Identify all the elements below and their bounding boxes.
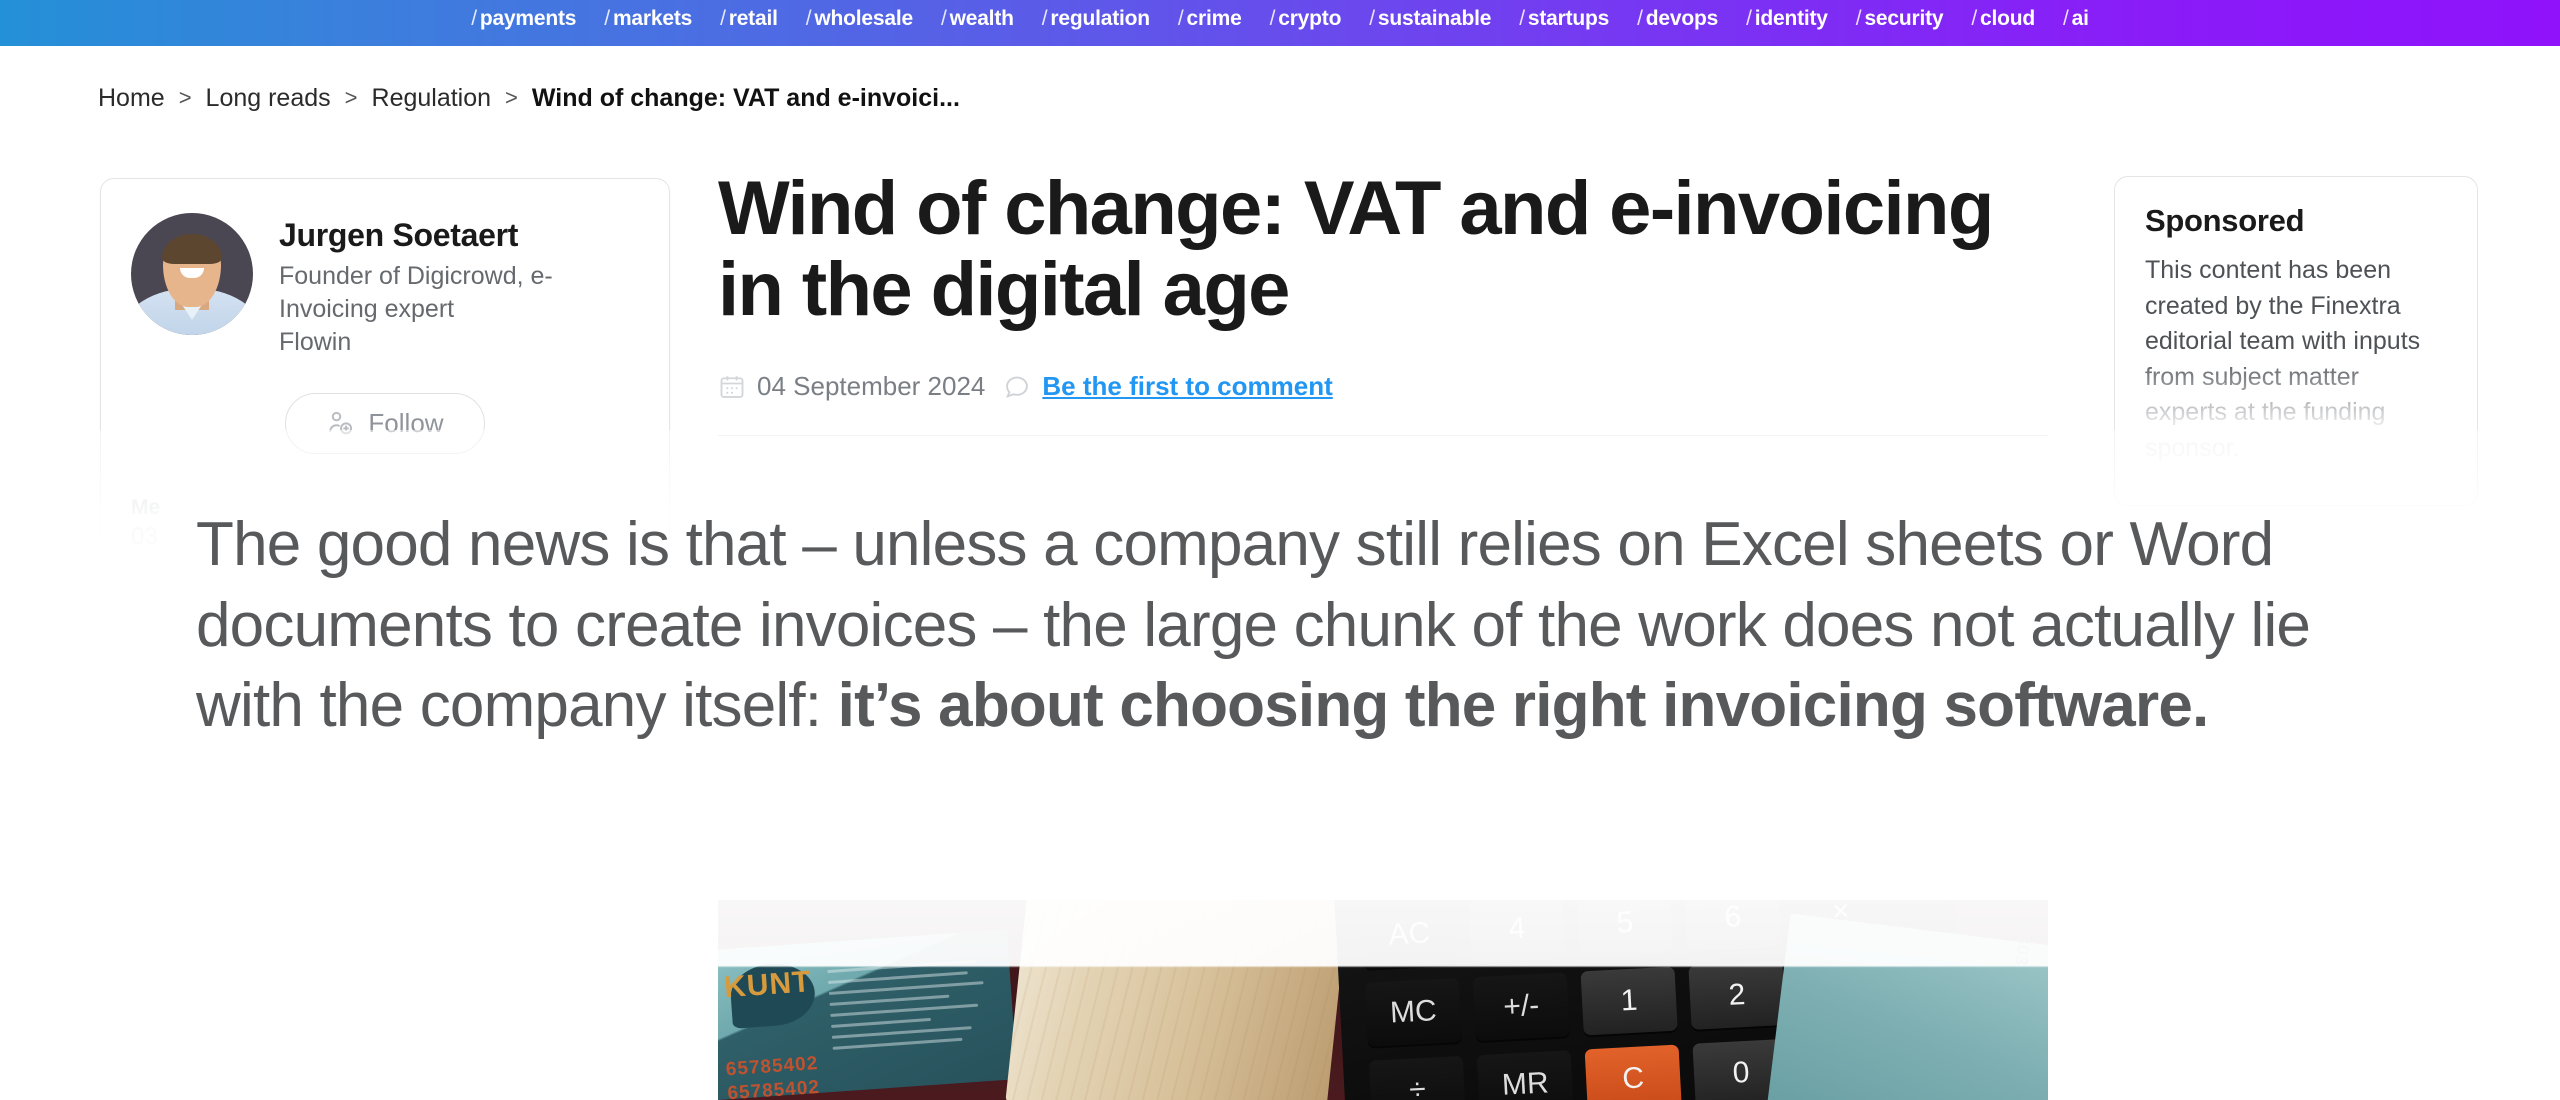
calc-key: AC — [1360, 900, 1458, 969]
author-role: Founder of Digicrowd, e-Invoicing expert — [279, 261, 553, 323]
calc-key: 2 — [1688, 960, 1786, 1030]
calc-key: 5 — [1576, 890, 1674, 958]
publish-date: 04 September 2024 — [718, 371, 985, 402]
calc-key: MC — [1364, 977, 1463, 1047]
calc-key: ÷ — [1368, 1055, 1467, 1100]
calc-key: 6 — [1684, 890, 1782, 952]
publish-date-label: 04 September 2024 — [757, 371, 986, 402]
hero-teal-card: KUNT 65785402 65785402 — [718, 929, 1018, 1100]
comment-link[interactable]: Be the first to comment — [1003, 371, 1333, 402]
author-name: Jurgen Soetaert — [279, 217, 519, 253]
hero-right-card-text: 3651 1ESP 3915 SSE303 — [2010, 890, 2048, 967]
hero-receipt-roll — [1005, 890, 1351, 1100]
hero-roll-texture — [1005, 890, 1351, 1100]
follow-button-wrap: Follow — [101, 392, 669, 454]
avatar-hair — [162, 233, 222, 264]
comment-link-label: Be the first to comment — [1042, 371, 1333, 402]
hero-text-lines — [827, 959, 993, 1058]
article-meta: 04 September 2024 Be the first to commen… — [718, 369, 2048, 405]
author-company: Flowin — [279, 327, 352, 356]
article-hero-image: KUNT 65785402 65785402 AC 4 5 6 × MC +/-… — [718, 890, 2048, 1100]
sponsored-body: This content has been created by the Fin… — [2145, 256, 2421, 462]
sponsored-box: Sponsored This content has been created … — [2114, 176, 2478, 506]
hero-right-card: 3651 1ESP 3915 SSE303 — [1767, 890, 2048, 1100]
pull-quote: The good news is that – unless a company… — [196, 505, 2386, 747]
hero-photo: KUNT 65785402 65785402 AC 4 5 6 × MC +/-… — [718, 890, 2048, 1100]
article-header: Wind of change: VAT and e-invoicing in t… — [718, 168, 2048, 436]
calc-key: 4 — [1468, 894, 1566, 964]
calc-key-clear: C — [1584, 1044, 1682, 1100]
page-content: Jurgen Soetaert Founder of Digicrowd, e-… — [0, 0, 2560, 1100]
calc-key: +/- — [1472, 972, 1570, 1042]
pull-quote-bold: it’s about choosing the right invoicing … — [837, 671, 2210, 741]
calc-key: MR — [1476, 1050, 1574, 1100]
author-meta: Jurgen Soetaert Founder of Digicrowd, e-… — [279, 213, 609, 359]
page-title: Wind of change: VAT and e-invoicing in t… — [718, 166, 1994, 333]
author-header: Jurgen Soetaert Founder of Digicrowd, e-… — [101, 179, 669, 359]
follow-button[interactable]: Follow — [285, 392, 485, 454]
hero-teal-card-text: KUNT — [723, 965, 813, 1005]
follow-button-label: Follow — [368, 407, 444, 438]
calendar-icon — [718, 373, 746, 401]
calc-key: 1 — [1580, 966, 1678, 1036]
sponsored-title: Sponsored — [2145, 203, 2305, 238]
avatar-smile — [180, 268, 204, 279]
comment-bubble-icon — [1003, 373, 1031, 401]
divider — [718, 434, 2048, 436]
avatar — [131, 213, 253, 335]
follow-user-icon — [326, 409, 354, 437]
